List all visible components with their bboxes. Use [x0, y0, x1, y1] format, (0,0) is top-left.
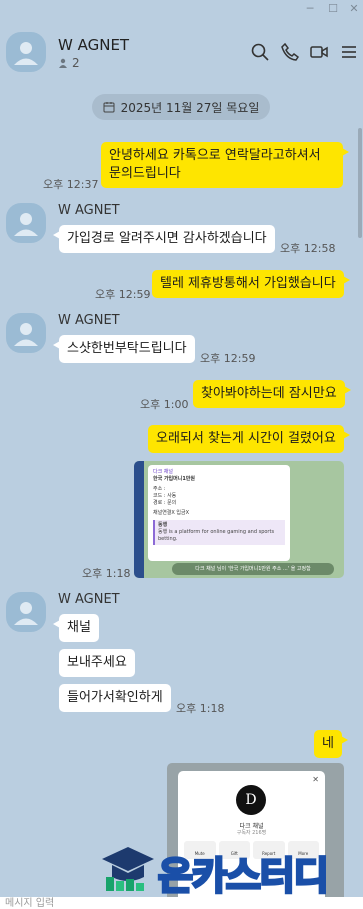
card-line: 채널연결X 입금X [153, 510, 190, 516]
message-text: 들어가서확인하게 [67, 690, 163, 705]
message-input-bar[interactable]: 메시지 입력 [0, 897, 363, 909]
card-line: 주소 : [153, 486, 166, 492]
card-line: 코드 : 사동 [153, 493, 177, 499]
message-time: 오후 1:18 [82, 567, 131, 580]
message-bubble-incoming[interactable]: 보내주세요 [59, 649, 135, 677]
watermark: 온카스터디 [100, 843, 355, 900]
profile-avatar[interactable] [6, 32, 46, 72]
message-text: 찾아봐야하는데 잠시만요 [201, 386, 337, 401]
card-line: 한국 가입머니1만원 [153, 476, 196, 482]
member-count[interactable]: 2 [58, 56, 80, 70]
channel-subscribers: 구독자 216명 [236, 830, 267, 836]
screenshot-card: 다크 채널 한국 가입머니1만원 주소 : 코드 : 사동 경로 : 문의 채널… [148, 465, 290, 561]
sender-avatar[interactable] [6, 592, 46, 632]
date-divider-label: 2025년 11월 27일 목요일 [120, 100, 260, 115]
date-divider: 2025년 11월 27일 목요일 [92, 94, 270, 120]
message-bubble-incoming[interactable]: 들어가서확인하게 [59, 684, 171, 712]
channel-logo: D [236, 785, 266, 815]
minimize-icon[interactable]: ─ [303, 2, 317, 16]
calendar-icon [103, 102, 115, 113]
image-strip [134, 461, 144, 578]
message-text: 안녕하세요 카톡으로 연락달라고하셔서 [109, 148, 321, 163]
message-bubble-incoming[interactable]: 채널 [53, 614, 99, 642]
message-input-placeholder[interactable]: 메시지 입력 [5, 898, 54, 909]
sender-name: W AGNET [58, 313, 120, 328]
message-text: 가입경로 알려주시면 감사하겠습니다 [67, 231, 267, 246]
maximize-icon[interactable]: ☐ [326, 2, 340, 16]
message-time: 오후 12:37 [43, 178, 99, 191]
message-text: 스샷한번부탁드립니다 [67, 341, 187, 356]
message-text: 보내주세요 [67, 655, 127, 670]
call-icon[interactable] [280, 42, 300, 62]
window-controls: ─ ☐ ✕ [0, 0, 363, 18]
message-time: 오후 12:59 [200, 352, 256, 365]
person-icon [59, 58, 67, 68]
message-text: 문의드립니다 [109, 166, 181, 181]
message-bubble-outgoing[interactable]: 네 [314, 730, 348, 758]
image-message[interactable]: 다크 채널 한국 가입머니1만원 주소 : 코드 : 사동 경로 : 문의 채널… [134, 461, 344, 578]
watermark-text: 온카스터디 [157, 853, 331, 900]
message-bubble-outgoing[interactable]: 안녕하세요 카톡으로 연락달라고하셔서 문의드립니다 [101, 142, 349, 188]
preview-title: 동행 [158, 522, 168, 528]
card-title: 다크 채널 [153, 469, 173, 475]
pinned-footer: 다크 채널 님이 '한국 가입머니1만원 주소 ...' 을 고정함 [172, 563, 334, 575]
message-text: 채널 [67, 620, 91, 635]
card-link-preview: 동행 동행 is a platform for online gaming an… [153, 520, 285, 545]
message-bubble-incoming[interactable]: 가입경로 알려주시면 감사하겠습니다 [53, 225, 275, 253]
default-profile-icon [14, 42, 38, 65]
message-text: 네 [322, 736, 334, 751]
default-profile-icon [14, 213, 38, 236]
sender-name: W AGNET [58, 203, 120, 218]
message-time: 오후 1:00 [140, 398, 189, 411]
message-text: 텔레 제휴방통해서 가입했습니다 [160, 276, 336, 291]
member-count-value: 2 [72, 56, 80, 70]
menu-icon[interactable] [339, 42, 359, 62]
message-bubble-outgoing[interactable]: 텔레 제휴방통해서 가입했습니다 [152, 270, 350, 298]
message-time: 오후 12:59 [95, 288, 151, 301]
default-profile-icon [14, 602, 38, 625]
sender-avatar[interactable] [6, 203, 46, 243]
close-icon[interactable]: ✕ [347, 2, 361, 16]
message-time: 오후 12:58 [280, 242, 336, 255]
chat-header: W AGNET 2 [0, 28, 363, 78]
video-icon[interactable] [309, 42, 329, 62]
search-icon[interactable] [250, 42, 270, 62]
preview-text: 동행 is a platform for online gaming and s… [158, 529, 275, 542]
card-line: 경로 : 문의 [153, 500, 177, 506]
scrollbar[interactable] [358, 128, 362, 238]
message-bubble-outgoing[interactable]: 오래되서 찾는게 시간이 걸렸어요 [148, 425, 350, 453]
chat-title: W AGNET [58, 36, 130, 54]
message-text: 오래되서 찾는게 시간이 걸렸어요 [156, 431, 336, 446]
message-bubble-incoming[interactable]: 스샷한번부탁드립니다 [53, 335, 195, 363]
message-bubble-outgoing[interactable]: 찾아봐야하는데 잠시만요 [193, 380, 351, 408]
default-profile-icon [14, 323, 38, 346]
sender-name: W AGNET [58, 592, 120, 607]
close-icon: ✕ [312, 775, 319, 784]
sender-avatar[interactable] [6, 313, 46, 353]
message-time: 오후 1:18 [176, 702, 225, 715]
graduation-cap-icon [102, 847, 154, 891]
